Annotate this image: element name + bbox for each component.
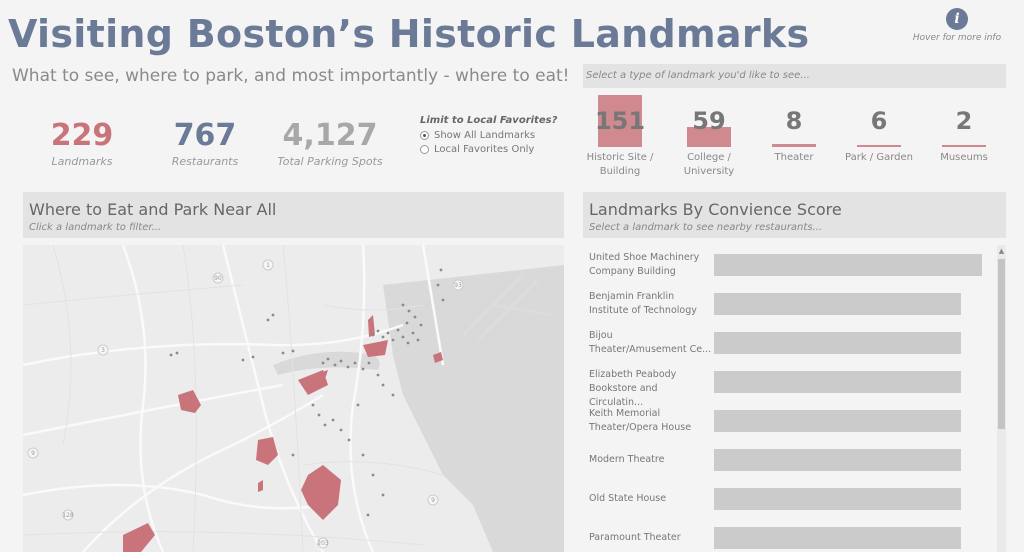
landmark-label[interactable]: United Shoe Machinery Company Building (589, 251, 713, 279)
kpi-value: 229 (50, 118, 114, 153)
map-panel-title: Where to Eat and Park Near All (29, 200, 277, 219)
kpi-label: Landmarks (51, 155, 113, 168)
radio-label: Show All Landmarks (434, 130, 536, 141)
category-count: 8 (785, 107, 803, 135)
map-panel-header: Where to Eat and Park Near All Click a l… (23, 192, 564, 238)
svg-text:203: 203 (317, 540, 329, 547)
highway-shield: 1 (262, 259, 274, 271)
landmark-label[interactable]: Bijou Theater/Amusement Ce... (589, 329, 713, 357)
svg-text:128: 128 (62, 512, 74, 519)
landmark-row[interactable]: Bijou Theater/Amusement Ce... (583, 325, 993, 361)
radio-selected-icon[interactable] (420, 131, 429, 140)
highway-shield: 3 (97, 344, 109, 356)
convenience-bar[interactable] (714, 254, 982, 276)
landmark-type-option[interactable]: 6 Park / Garden (835, 95, 923, 165)
category-bar-area[interactable]: 59 (665, 95, 753, 147)
category-count: 6 (870, 107, 888, 135)
category-label: Theater (774, 152, 814, 163)
dashboard-title: Visiting Boston’s Historic Landmarks (8, 12, 810, 56)
kpi-value: 767 (173, 118, 237, 153)
radio-unselected-icon[interactable] (420, 145, 429, 154)
landmark-row[interactable]: Benjamin Franklin Institute of Technology (583, 286, 993, 322)
map-canvas[interactable]: 90 93 9 128 203 3 9 1 (23, 245, 564, 552)
scroll-thumb[interactable] (998, 259, 1005, 429)
scroll-up-icon[interactable]: ▲ (997, 247, 1006, 255)
landmark-label[interactable]: Benjamin Franklin Institute of Technology (589, 290, 713, 318)
highway-shield: 9 (427, 494, 439, 506)
landmark-row[interactable]: Paramount Theater (583, 520, 993, 552)
svg-text:3: 3 (101, 347, 105, 354)
landmark-type-option[interactable]: 151 Historic Site / Building (576, 95, 664, 179)
convenience-panel-header: Landmarks By Convience Score Select a la… (583, 192, 1006, 238)
convenience-bar[interactable] (714, 488, 961, 510)
landmark-row[interactable]: Keith Memorial Theater/Opera House (583, 403, 993, 439)
category-bar[interactable] (772, 144, 816, 147)
landmark-type-select[interactable]: Select a type of landmark you'd like to … (583, 64, 1006, 88)
category-bar-area[interactable]: 2 (920, 95, 1008, 147)
category-bar-area[interactable]: 6 (835, 95, 923, 147)
radio-local-favorites[interactable]: Local Favorites Only (420, 144, 557, 155)
svg-text:93: 93 (454, 282, 462, 289)
category-bar[interactable] (942, 145, 986, 147)
kpi-label: Total Parking Spots (277, 155, 383, 168)
category-label: Historic Site / Building (586, 152, 654, 177)
landmark-row[interactable]: Elizabeth Peabody Bookstore and Circulati… (583, 364, 993, 408)
filter-title: Limit to Local Favorites? (420, 115, 558, 126)
convenience-bar[interactable] (714, 410, 961, 432)
svg-text:1: 1 (266, 262, 270, 269)
kpi-restaurants: 767 Restaurants (155, 118, 255, 168)
convenience-bar[interactable] (714, 371, 961, 393)
kpi-landmarks: 229 Landmarks (32, 118, 132, 168)
highway-shield: 9 (27, 447, 39, 459)
category-count: 59 (692, 107, 726, 135)
info-label: Hover for more info (912, 33, 1002, 43)
convenience-bar-chart: United Shoe Machinery Company Building Ben… (583, 245, 1006, 552)
highway-shield: 90 (212, 272, 224, 284)
category-count: 2 (955, 107, 973, 135)
radio-label: Local Favorites Only (434, 144, 535, 155)
svg-text:90: 90 (214, 275, 222, 282)
convenience-bar[interactable] (714, 293, 961, 315)
radio-show-all[interactable]: Show All Landmarks (420, 130, 557, 141)
category-bar[interactable] (857, 145, 901, 147)
kpi-parking: 4,127 Total Parking Spots (270, 118, 390, 168)
category-bar-area[interactable]: 151 (576, 95, 664, 147)
landmark-label[interactable]: Paramount Theater (589, 531, 713, 545)
convenience-bar[interactable] (714, 527, 961, 549)
svg-text:9: 9 (31, 450, 35, 457)
category-count: 151 (594, 107, 646, 135)
convenience-panel-title: Landmarks By Convience Score (589, 200, 842, 219)
landmark-map[interactable]: 90 93 9 128 203 3 9 1 (23, 245, 564, 552)
kpi-label: Restaurants (171, 155, 239, 168)
convenience-bar[interactable] (714, 449, 961, 471)
map-panel-hint: Click a landmark to filter... (29, 222, 162, 233)
category-bar-area[interactable]: 8 (750, 95, 838, 147)
category-label: Museums (940, 152, 988, 163)
landmark-label[interactable]: Keith Memorial Theater/Opera House (589, 407, 713, 435)
landmark-label[interactable]: Modern Theatre (589, 453, 713, 467)
kpi-value: 4,127 (282, 118, 378, 153)
landmark-row[interactable]: Modern Theatre (583, 442, 993, 478)
convenience-bar[interactable] (714, 332, 961, 354)
landmark-type-option[interactable]: 2 Museums (920, 95, 1008, 165)
dashboard-subtitle: What to see, where to park, and most imp… (12, 66, 570, 86)
info-icon[interactable]: i (946, 8, 968, 30)
category-label: Park / Garden (845, 152, 913, 163)
highway-shield: 93 (452, 279, 464, 291)
landmark-type-option[interactable]: 59 College / University (665, 95, 753, 179)
landmark-row[interactable]: Old State House (583, 481, 993, 517)
landmark-row[interactable]: United Shoe Machinery Company Building (583, 247, 993, 283)
highway-shield: 128 (62, 509, 74, 521)
convenience-panel-hint: Select a landmark to see nearby restaura… (589, 222, 823, 233)
landmark-label[interactable]: Old State House (589, 492, 713, 506)
local-favorites-filter: Limit to Local Favorites? Show All Landm… (420, 115, 557, 158)
svg-text:9: 9 (431, 497, 435, 504)
landmark-type-option[interactable]: 8 Theater (750, 95, 838, 165)
highway-shield: 203 (317, 537, 329, 549)
vertical-scrollbar[interactable]: ▲ (997, 245, 1006, 552)
info-tooltip[interactable]: i Hover for more info (912, 8, 1002, 43)
category-label: College / University (683, 152, 735, 177)
